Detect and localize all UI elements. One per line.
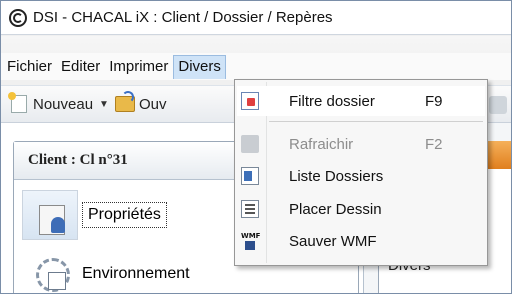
properties-item[interactable]: Propriétés xyxy=(22,190,222,240)
toolbar-refresh-icon[interactable] xyxy=(489,96,507,114)
properties-label: Propriétés xyxy=(82,202,167,228)
menu-item-liste-dossiers[interactable]: Liste Dossiers xyxy=(237,161,485,191)
menu-item-shortcut: F9 xyxy=(425,92,443,110)
menu-item-filtre-dossier[interactable]: Filtre dossier F9 xyxy=(237,86,485,116)
menu-divers[interactable]: Divers xyxy=(173,54,226,79)
open-button[interactable]: Ouv xyxy=(114,91,167,113)
menu-item-label: Rafraichir xyxy=(289,135,354,153)
app-window: DSI - CHACAL iX : Client / Dossier / Rep… xyxy=(0,0,512,294)
menu-editer[interactable]: Editer xyxy=(57,55,104,78)
menu-separator xyxy=(269,121,483,122)
new-button-label: Nouveau xyxy=(33,95,94,113)
menu-item-label: Sauver WMF xyxy=(289,232,377,250)
menu-item-label: Liste Dossiers xyxy=(289,167,384,185)
new-document-icon xyxy=(8,92,27,113)
refresh-icon xyxy=(241,135,259,153)
menubar: Fichier Editer Imprimer Divers xyxy=(1,53,511,80)
client-title: Client : Cl n°31 xyxy=(28,152,128,168)
new-dropdown-arrow-icon[interactable]: ▼ xyxy=(99,99,109,110)
menu-item-label: Filtre dossier xyxy=(289,92,375,110)
environment-label: Environnement xyxy=(82,265,190,282)
open-button-label: Ouv xyxy=(138,95,167,113)
window-title: DSI - CHACAL iX : Client / Dossier / Rep… xyxy=(33,9,333,26)
filter-folder-icon xyxy=(241,92,259,110)
environment-item[interactable]: Environnement xyxy=(22,254,242,293)
divers-dropdown-menu: Filtre dossier F9 Rafraichir F2 Liste Do… xyxy=(234,79,488,266)
menu-item-sauver-wmf[interactable]: WMF Sauver WMF xyxy=(237,226,485,256)
menu-item-placer-dessin[interactable]: Placer Dessin xyxy=(237,194,485,224)
save-wmf-icon: WMF xyxy=(241,232,260,250)
menu-item-shortcut: F2 xyxy=(425,135,443,153)
environment-icon xyxy=(22,254,78,293)
open-folder-icon xyxy=(114,91,135,112)
new-button[interactable]: Nouveau xyxy=(8,92,94,113)
menu-imprimer[interactable]: Imprimer xyxy=(105,55,172,78)
properties-icon xyxy=(22,190,78,240)
menu-item-label: Placer Dessin xyxy=(289,200,382,218)
place-drawing-icon xyxy=(241,200,259,218)
menu-item-rafraichir[interactable]: Rafraichir F2 xyxy=(237,129,485,159)
folder-header-accent xyxy=(488,141,511,169)
app-logo-icon xyxy=(9,8,27,27)
title-bar: DSI - CHACAL iX : Client / Dossier / Rep… xyxy=(1,1,511,35)
folder-list-icon xyxy=(241,167,259,185)
menu-fichier[interactable]: Fichier xyxy=(3,55,56,78)
